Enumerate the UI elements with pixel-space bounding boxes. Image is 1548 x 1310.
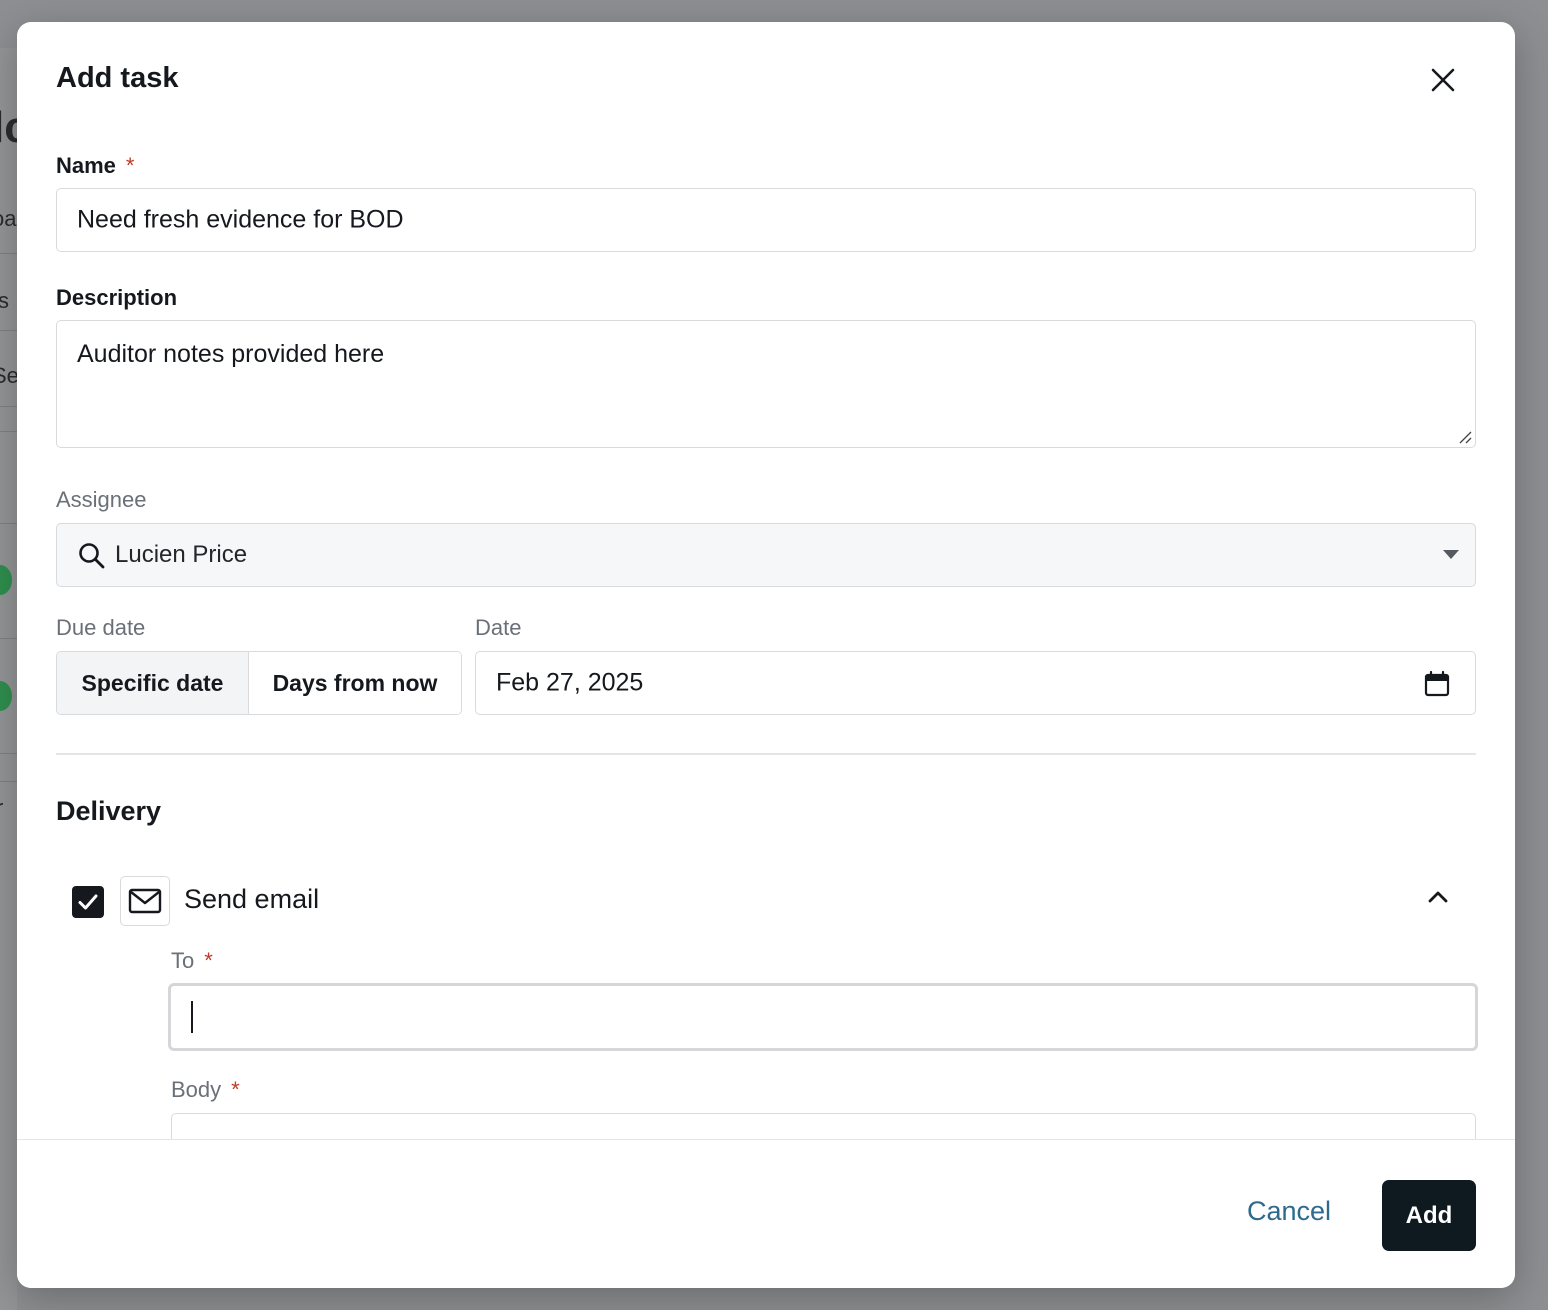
required-mark: * bbox=[204, 948, 213, 973]
resize-handle-icon[interactable] bbox=[1457, 429, 1473, 445]
background-divider bbox=[0, 253, 17, 254]
email-channel-badge bbox=[120, 876, 170, 926]
body-label-text: Body bbox=[171, 1077, 222, 1102]
calendar-icon[interactable] bbox=[1423, 670, 1451, 698]
name-input[interactable]: Need fresh evidence for BOD bbox=[56, 188, 1476, 252]
due-date-label: Due date bbox=[56, 615, 146, 640]
send-email-label: Send email bbox=[184, 884, 320, 914]
date-input[interactable]: Feb 27, 2025 bbox=[475, 651, 1476, 715]
dropdown-caret-icon bbox=[1443, 550, 1459, 559]
background-fragment: r bbox=[0, 795, 3, 821]
date-value: Feb 27, 2025 bbox=[496, 668, 644, 697]
due-date-toggle: Specific date Days from now bbox=[56, 651, 462, 715]
days-from-now-option[interactable]: Days from now bbox=[249, 652, 461, 714]
background-divider bbox=[0, 406, 17, 407]
background-fragment: lc bbox=[0, 103, 17, 152]
add-task-dialog: Add task Name * Need fresh evidence for B… bbox=[17, 22, 1515, 1288]
background-divider bbox=[0, 431, 17, 432]
name-label-text: Name bbox=[56, 153, 116, 178]
date-label: Date bbox=[475, 615, 522, 640]
to-label-text: To bbox=[171, 948, 195, 973]
required-mark: * bbox=[125, 153, 135, 178]
specific-date-option[interactable]: Specific date bbox=[57, 652, 249, 714]
background-app-strip: lc oa s Se r bbox=[0, 48, 17, 1310]
assignee-select[interactable]: Lucien Price bbox=[56, 523, 1476, 587]
description-value: Auditor notes provided here bbox=[77, 340, 385, 368]
description-label: Description bbox=[56, 285, 178, 310]
assignee-label: Assignee bbox=[56, 487, 147, 512]
dialog-footer: Cancel Add bbox=[17, 1139, 1515, 1288]
chevron-up-icon bbox=[1428, 891, 1448, 903]
check-circle-icon bbox=[0, 681, 12, 711]
background-divider bbox=[0, 330, 17, 331]
background-fragment: s bbox=[0, 288, 9, 313]
check-circle-icon bbox=[0, 565, 12, 595]
collapse-button[interactable] bbox=[1427, 888, 1449, 909]
name-input-value: Need fresh evidence for BOD bbox=[77, 205, 404, 234]
search-icon bbox=[79, 543, 105, 569]
background-divider bbox=[0, 781, 17, 782]
assignee-value: Lucien Price bbox=[115, 541, 248, 568]
required-mark: * bbox=[231, 1077, 240, 1102]
background-fragment: oa bbox=[0, 206, 17, 231]
background-divider bbox=[0, 753, 17, 754]
to-label: To * bbox=[171, 948, 213, 974]
add-button[interactable]: Add bbox=[1382, 1180, 1476, 1251]
dialog-title: Add task bbox=[56, 62, 179, 94]
mail-icon bbox=[128, 888, 162, 914]
to-input[interactable] bbox=[168, 983, 1478, 1051]
background-divider bbox=[0, 523, 17, 524]
section-divider bbox=[56, 753, 1476, 755]
name-label: Name * bbox=[56, 153, 134, 179]
background-fragment: Se bbox=[0, 363, 17, 388]
delivery-heading: Delivery bbox=[56, 796, 162, 826]
description-textarea[interactable]: Auditor notes provided here bbox=[56, 320, 1476, 448]
cancel-button[interactable]: Cancel bbox=[1247, 1196, 1331, 1227]
background-divider bbox=[0, 638, 17, 639]
close-button[interactable] bbox=[1425, 62, 1461, 98]
send-email-checkbox[interactable] bbox=[72, 886, 104, 918]
text-cursor bbox=[191, 1001, 193, 1033]
body-label: Body * bbox=[171, 1077, 240, 1103]
checkmark-icon bbox=[78, 894, 98, 910]
close-icon bbox=[1431, 68, 1455, 92]
